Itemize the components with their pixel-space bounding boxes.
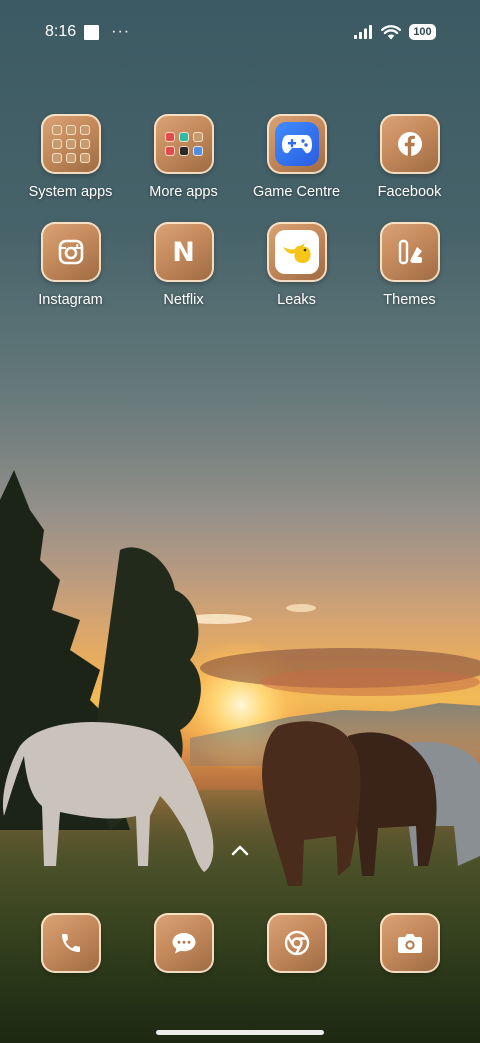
cloud — [286, 604, 316, 612]
netflix-app-icon: N — [153, 222, 214, 282]
netflix-n-icon: N — [172, 236, 195, 268]
folder-preview — [51, 125, 90, 163]
chevron-up-icon[interactable] — [230, 843, 250, 857]
more-notifications-icon: ··· — [111, 23, 131, 40]
app-leaks[interactable]: Leaks — [240, 222, 353, 308]
bird-icon — [274, 230, 319, 274]
app-label: Facebook — [377, 184, 442, 200]
notification-square-icon — [84, 24, 100, 40]
mini-app-icon — [79, 139, 90, 149]
white-horse — [2, 722, 214, 872]
mini-app-icon — [192, 146, 203, 156]
camera-outline-icon — [58, 239, 83, 265]
mini-app-icon — [178, 146, 189, 156]
message-bubble-icon — [172, 933, 195, 954]
app-netflix[interactable]: N Netflix — [127, 222, 240, 308]
camera-icon — [397, 934, 422, 953]
cloud — [260, 668, 480, 696]
dock-chrome[interactable] — [240, 913, 353, 973]
instagram-app-icon — [40, 222, 101, 282]
home-indicator[interactable] — [156, 1030, 324, 1035]
app-themes[interactable]: Themes — [353, 222, 466, 308]
facebook-icon — [397, 132, 422, 156]
mini-app-icon — [164, 132, 175, 142]
status-right: 100 — [354, 24, 436, 40]
messages-app-icon — [153, 913, 214, 973]
folder-preview — [164, 132, 203, 156]
themes-icon — [398, 239, 422, 265]
app-label: Themes — [383, 292, 436, 308]
mini-app-icon — [192, 132, 203, 142]
phone-app-icon — [40, 913, 101, 973]
app-facebook[interactable]: Facebook — [353, 114, 466, 200]
mini-app-icon — [178, 132, 189, 142]
battery-icon: 100 — [409, 24, 436, 40]
mini-app-icon — [79, 153, 90, 163]
app-label: Netflix — [163, 292, 204, 308]
app-label: System apps — [28, 184, 113, 200]
dock-messages[interactable] — [127, 913, 240, 973]
app-label: Instagram — [38, 292, 103, 308]
app-instagram[interactable]: Instagram — [14, 222, 127, 308]
chrome-app-icon — [266, 913, 327, 973]
leaks-app-icon — [266, 222, 327, 282]
app-grid: System apps More apps Game Centre Facebo… — [14, 114, 466, 308]
clock: 8:16 — [45, 23, 77, 40]
camera-app-icon — [379, 913, 440, 973]
game-centre-app-icon — [266, 114, 327, 174]
app-label: Leaks — [277, 292, 316, 308]
app-label: Game Centre — [252, 184, 341, 200]
status-left: 8:16 ··· — [45, 23, 130, 41]
chrome-icon — [284, 930, 309, 956]
themes-app-icon — [379, 222, 440, 282]
app-label: More apps — [149, 184, 218, 200]
mini-app-icon — [164, 146, 175, 156]
dock-camera[interactable] — [353, 913, 466, 973]
status-bar: 8:16 ··· 100 — [0, 0, 480, 64]
mini-app-icon — [51, 153, 62, 163]
signal-icon — [354, 25, 372, 39]
dark-horses — [262, 721, 480, 886]
app-system-apps-folder[interactable]: System apps — [14, 114, 127, 200]
mini-app-icon — [51, 139, 62, 149]
mini-app-icon — [79, 125, 90, 135]
app-game-centre[interactable]: Game Centre — [240, 114, 353, 200]
wifi-icon — [381, 24, 401, 39]
mini-app-icon — [65, 139, 76, 149]
phone-icon — [61, 934, 80, 952]
dock-phone[interactable] — [14, 913, 127, 973]
dock — [14, 913, 466, 973]
mini-app-icon — [51, 125, 62, 135]
folder-icon — [40, 114, 101, 174]
mini-app-icon — [65, 125, 76, 135]
app-more-apps-folder[interactable]: More apps — [127, 114, 240, 200]
folder-icon — [153, 114, 214, 174]
facebook-app-icon — [379, 114, 440, 174]
mini-app-icon — [65, 153, 76, 163]
gamepad-icon — [274, 122, 319, 166]
